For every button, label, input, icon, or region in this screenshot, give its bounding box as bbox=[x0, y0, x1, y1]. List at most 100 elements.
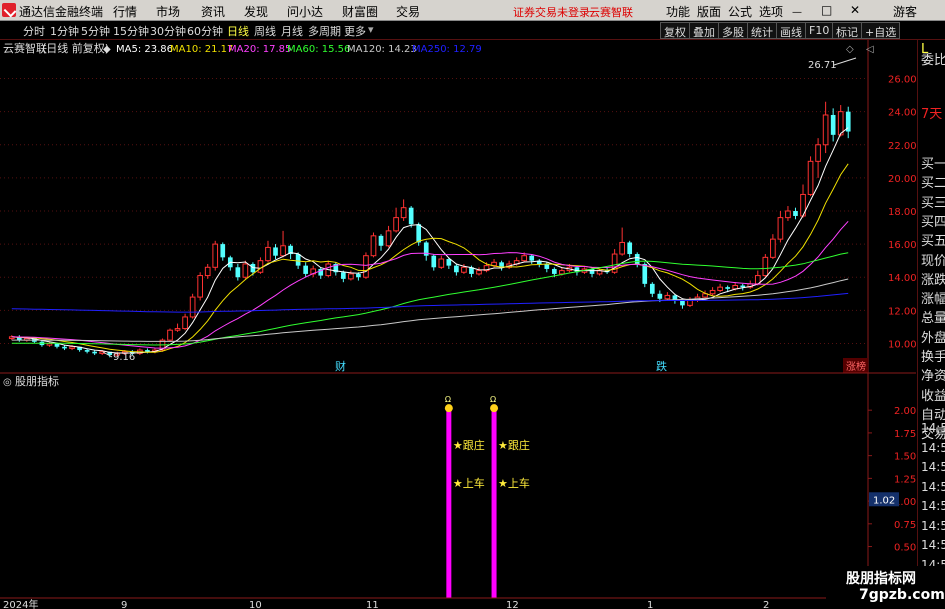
ma60-line bbox=[11, 252, 849, 346]
price-tick-label: 22.00 bbox=[888, 141, 916, 152]
current-stock-notice[interactable]: 云赛智联 bbox=[589, 4, 633, 20]
kline-chart-svg[interactable]: ΩΩΩ★跟庄★跟庄★上车★上车★跟庄★上车 26.0024.0022.0020.… bbox=[0, 40, 917, 609]
period-1min[interactable]: 1分钟 bbox=[50, 23, 79, 39]
more-dropdown-icon[interactable]: ▾ bbox=[368, 23, 374, 36]
quote-side-panel: L 委比 7天 买一 买二 买三 买四 买五 现价 涨跌 涨幅 总量 外盘 换手 净资 收益 自动 交易 14… bbox=[917, 40, 945, 609]
candle-body bbox=[182, 316, 188, 330]
app-logo-icon bbox=[2, 3, 16, 17]
ma120-label: MA120: 14.23 bbox=[347, 44, 417, 55]
side-panel-row: 换手 bbox=[921, 350, 945, 365]
period-monthly[interactable]: 月线 bbox=[281, 23, 303, 39]
mark-button[interactable]: 标记 bbox=[832, 22, 862, 39]
date-label-feb: 2 bbox=[763, 600, 769, 609]
menu-quotes[interactable]: 行情 bbox=[113, 3, 137, 20]
indicator-settings-icon[interactable]: ◎ bbox=[3, 377, 12, 388]
period-5min[interactable]: 5分钟 bbox=[81, 23, 110, 39]
candle-body bbox=[273, 247, 278, 256]
event-finance-marker[interactable]: 财 bbox=[335, 359, 346, 373]
candle-body bbox=[521, 255, 528, 262]
menu-layout[interactable]: 版面 bbox=[697, 3, 721, 20]
candle-body bbox=[303, 265, 308, 274]
maximize-icon[interactable]: □ bbox=[821, 3, 832, 17]
candle-body bbox=[770, 238, 776, 258]
collapse-icon[interactable]: ◁ bbox=[866, 44, 874, 55]
candle-body bbox=[416, 224, 422, 243]
menu-options[interactable]: 选项 bbox=[759, 3, 783, 20]
minimize-icon[interactable]: — bbox=[792, 7, 802, 18]
menu-ask[interactable]: 问小达 bbox=[287, 3, 323, 20]
candle-body bbox=[717, 286, 723, 291]
side-panel-time: 14:5 bbox=[921, 479, 945, 494]
draw-line-button[interactable]: 画线 bbox=[776, 22, 806, 39]
period-daily[interactable]: 日线 bbox=[227, 23, 249, 39]
menu-formula[interactable]: 公式 bbox=[728, 3, 752, 20]
period-more[interactable]: 更多 bbox=[344, 23, 366, 39]
candle-body bbox=[212, 243, 219, 268]
side-panel-row: 涨跌 bbox=[921, 272, 945, 288]
multi-stock-button[interactable]: 多股 bbox=[718, 22, 748, 39]
candle-body bbox=[189, 296, 196, 318]
candle-body bbox=[476, 270, 482, 275]
signal-bar bbox=[491, 410, 497, 598]
menu-news[interactable]: 资讯 bbox=[201, 3, 225, 20]
high-price-label: 26.71 bbox=[808, 60, 837, 71]
side-panel-time: 14:5 bbox=[921, 538, 945, 552]
period-weekly[interactable]: 周线 bbox=[254, 23, 276, 39]
candle-body bbox=[92, 351, 97, 354]
watermark: 股朋指标网 7gpzb.com bbox=[826, 566, 945, 609]
diamond-icon[interactable]: ◇ bbox=[846, 44, 854, 55]
candle-body bbox=[370, 235, 377, 257]
add-watchlist-button[interactable]: +自选 bbox=[861, 22, 901, 39]
side-panel-row: 买四 bbox=[921, 214, 945, 230]
menu-market[interactable]: 市场 bbox=[156, 3, 180, 20]
candle-body bbox=[785, 210, 791, 219]
candle-body bbox=[69, 346, 75, 349]
candle-body bbox=[348, 273, 354, 280]
side-panel-time: 14:5 bbox=[921, 421, 945, 435]
menu-wealth-circle[interactable]: 财富圈 bbox=[342, 3, 378, 20]
menu-bar: 通达信金融终端 行情 市场 资讯 发现 问小达 财富圈 交易 证券交易未登录 云… bbox=[0, 0, 945, 21]
side-panel-row: 买三 bbox=[921, 195, 945, 211]
settings-diamond-icon[interactable]: ◆ bbox=[103, 44, 111, 55]
side-panel-row: 收益 bbox=[921, 388, 945, 404]
candle-body bbox=[84, 350, 90, 352]
price-tick-label: 16.00 bbox=[888, 240, 916, 251]
statistics-button[interactable]: 统计 bbox=[747, 22, 777, 39]
indicator-current-value: 1.02 bbox=[873, 495, 895, 506]
period-30min[interactable]: 30分钟 bbox=[150, 23, 186, 39]
overlay-button[interactable]: 叠加 bbox=[689, 22, 719, 39]
side-panel-row: 买一 bbox=[921, 157, 945, 172]
side-panel-time: 14:5 bbox=[921, 518, 945, 533]
candle-body bbox=[393, 217, 399, 232]
price-axis: 26.00 24.00 22.00 20.00 18.00 16.00 14.00 12.00… bbox=[868, 75, 917, 576]
restore-rights-button[interactable]: 复权 bbox=[660, 22, 690, 39]
price-tick-label: 14.00 bbox=[888, 273, 916, 284]
candle-body bbox=[174, 328, 181, 331]
event-rank-marker[interactable]: 涨榜 bbox=[846, 360, 866, 373]
period-timeshare[interactable]: 分时 bbox=[23, 23, 45, 39]
period-multi[interactable]: 多周期 bbox=[308, 23, 341, 39]
kline-chart-area[interactable]: ΩΩΩ★跟庄★跟庄★上车★上车★跟庄★上车 26.0024.0022.0020.… bbox=[0, 40, 917, 609]
event-drop-marker[interactable]: 跌 bbox=[656, 359, 667, 373]
indicator-tick-label: 1.25 bbox=[894, 474, 916, 485]
trade-login-notice[interactable]: 证券交易未登录 bbox=[513, 4, 590, 20]
indicator-tick-label: 1.75 bbox=[894, 429, 916, 440]
close-icon[interactable]: ✕ bbox=[850, 3, 860, 17]
candle-body bbox=[627, 242, 633, 255]
date-label-jan: 1 bbox=[647, 600, 653, 609]
candle-body bbox=[454, 265, 459, 273]
period-60min[interactable]: 60分钟 bbox=[187, 23, 223, 39]
menu-discover[interactable]: 发现 bbox=[244, 3, 268, 20]
signal-bar bbox=[446, 410, 452, 598]
candle-body bbox=[378, 235, 384, 246]
f10-button[interactable]: F10 bbox=[805, 22, 834, 39]
user-guest[interactable]: 游客 bbox=[893, 3, 917, 20]
candle-body bbox=[280, 245, 286, 257]
ma60-label: MA60: 15.56 bbox=[287, 44, 350, 55]
period-15min[interactable]: 15分钟 bbox=[113, 23, 149, 39]
menu-trade[interactable]: 交易 bbox=[396, 3, 420, 20]
price-tick-label: 10.00 bbox=[888, 339, 916, 350]
signal-follow-label: ★跟庄 bbox=[498, 438, 530, 452]
menu-function[interactable]: 功能 bbox=[666, 3, 690, 20]
date-label-dec: 12 bbox=[506, 600, 519, 609]
